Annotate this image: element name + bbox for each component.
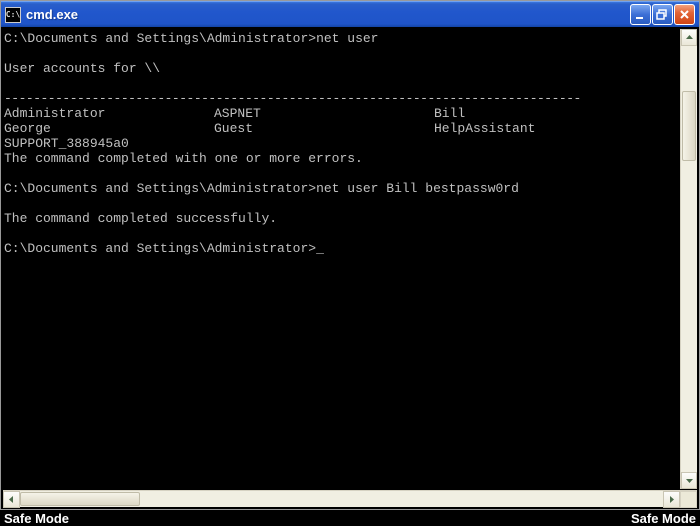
prompt-path: C:\Documents and Settings\Administrator> <box>4 181 316 196</box>
output-text: The command completed successfully. <box>4 211 277 226</box>
scroll-track[interactable] <box>681 46 697 472</box>
prompt-path: C:\Documents and Settings\Administrator> <box>4 31 316 46</box>
user-cell: Guest <box>214 121 434 136</box>
user-cell: George <box>4 121 214 136</box>
cursor: _ <box>316 241 324 256</box>
separator-line: ----------------------------------------… <box>4 91 581 106</box>
window-title: cmd.exe <box>26 7 630 22</box>
table-row: AdministratorASPNETBill <box>4 106 697 121</box>
user-cell: SUPPORT_388945a0 <box>4 136 214 151</box>
safe-mode-label: Safe Mode <box>631 511 696 526</box>
user-cell: Bill <box>434 106 697 121</box>
command-text: net user <box>316 31 378 46</box>
desktop: C:\ cmd.exe C:\Documen <box>0 0 700 526</box>
output-text: The command completed with one or more e… <box>4 151 363 166</box>
scroll-thumb[interactable] <box>682 91 696 161</box>
user-cell <box>434 136 697 151</box>
user-cell: ASPNET <box>214 106 434 121</box>
restore-button[interactable] <box>652 4 673 25</box>
scroll-up-button[interactable] <box>681 29 697 46</box>
table-row: SUPPORT_388945a0 <box>4 136 697 151</box>
table-row: GeorgeGuestHelpAssistant <box>4 121 697 136</box>
safe-mode-label: Safe Mode <box>4 511 69 526</box>
cmd-window: C:\ cmd.exe C:\Documen <box>0 0 700 510</box>
user-cell: Administrator <box>4 106 214 121</box>
prompt-path: C:\Documents and Settings\Administrator> <box>4 241 316 256</box>
scroll-track[interactable] <box>20 491 663 507</box>
scroll-down-button[interactable] <box>681 472 697 489</box>
horizontal-scrollbar[interactable] <box>3 490 697 507</box>
output-text: User accounts for \\ <box>4 61 160 76</box>
window-controls <box>630 4 695 25</box>
user-cell: HelpAssistant <box>434 121 697 136</box>
terminal-output[interactable]: C:\Documents and Settings\Administrator>… <box>3 29 697 489</box>
user-cell <box>214 136 434 151</box>
close-button[interactable] <box>674 4 695 25</box>
minimize-button[interactable] <box>630 4 651 25</box>
scroll-corner <box>680 491 697 508</box>
scroll-left-button[interactable] <box>3 491 20 508</box>
scroll-thumb[interactable] <box>20 492 140 506</box>
vertical-scrollbar[interactable] <box>680 29 697 489</box>
titlebar[interactable]: C:\ cmd.exe <box>1 1 699 27</box>
cmd-icon: C:\ <box>5 7 21 23</box>
command-text: net user Bill bestpassw0rd <box>316 181 519 196</box>
scroll-right-button[interactable] <box>663 491 680 508</box>
